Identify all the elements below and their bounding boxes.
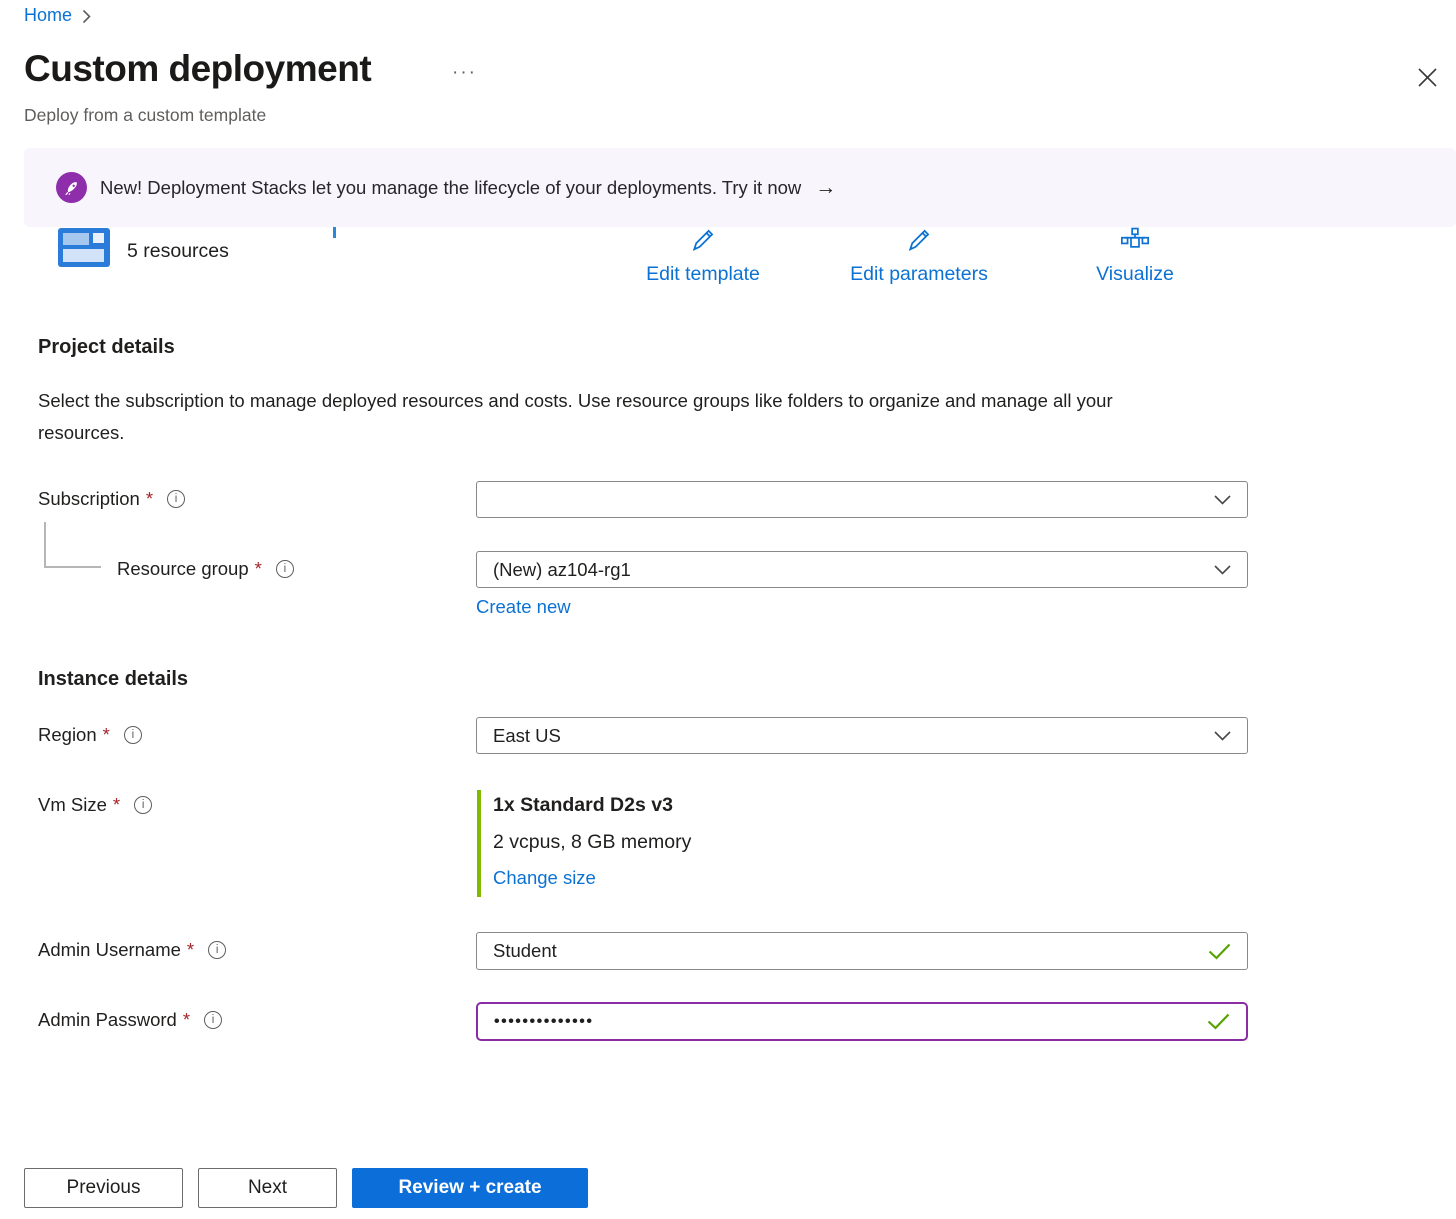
project-details-description: Select the subscription to manage deploy… bbox=[38, 385, 1198, 449]
info-icon[interactable]: i bbox=[204, 1011, 222, 1029]
required-marker: * bbox=[187, 939, 194, 961]
clipped-element-artifact bbox=[333, 227, 336, 238]
org-chart-icon bbox=[1119, 226, 1151, 259]
required-marker: * bbox=[255, 558, 262, 580]
project-details-heading: Project details bbox=[38, 336, 175, 359]
page-subtitle: Deploy from a custom template bbox=[24, 105, 266, 126]
page-title: Custom deployment bbox=[24, 48, 371, 90]
required-marker: * bbox=[113, 794, 120, 816]
pencil-icon bbox=[904, 226, 934, 259]
chevron-right-icon bbox=[82, 9, 91, 24]
subscription-label: Subscription * i bbox=[38, 488, 185, 510]
admin-password-input[interactable] bbox=[494, 1013, 1207, 1031]
edit-template-label: Edit template bbox=[646, 263, 760, 286]
field-connector-line bbox=[44, 522, 46, 567]
instance-details-heading: Instance details bbox=[38, 668, 188, 691]
info-icon[interactable]: i bbox=[167, 490, 185, 508]
previous-button[interactable]: Previous bbox=[24, 1168, 183, 1208]
admin-username-field-wrap bbox=[476, 932, 1248, 970]
resource-group-value: (New) az104-rg1 bbox=[493, 559, 631, 581]
edit-parameters-button[interactable]: Edit parameters bbox=[840, 226, 998, 286]
banner-message: New! Deployment Stacks let you manage th… bbox=[100, 177, 801, 199]
chevron-down-icon bbox=[1214, 565, 1231, 575]
change-size-link[interactable]: Change size bbox=[493, 867, 596, 889]
region-value: East US bbox=[493, 725, 561, 747]
admin-username-label: Admin Username * i bbox=[38, 939, 226, 961]
admin-password-field-wrap bbox=[476, 1002, 1248, 1041]
next-button[interactable]: Next bbox=[198, 1168, 337, 1208]
subscription-dropdown[interactable] bbox=[476, 481, 1248, 518]
chevron-down-icon bbox=[1214, 495, 1231, 505]
vm-size-specs: 2 vcpus, 8 GB memory bbox=[493, 831, 691, 854]
edit-template-button[interactable]: Edit template bbox=[636, 226, 770, 286]
visualize-button[interactable]: Visualize bbox=[1090, 226, 1180, 286]
breadcrumb-home-link[interactable]: Home bbox=[24, 5, 72, 26]
info-icon[interactable]: i bbox=[124, 726, 142, 744]
info-icon[interactable]: i bbox=[276, 560, 294, 578]
resources-count: 5 resources bbox=[127, 240, 229, 263]
chevron-down-icon bbox=[1214, 731, 1231, 741]
pencil-icon bbox=[688, 226, 718, 259]
valid-check-icon bbox=[1207, 1013, 1230, 1030]
admin-username-input[interactable] bbox=[493, 940, 1208, 962]
region-label: Region * i bbox=[38, 724, 142, 746]
region-dropdown[interactable]: East US bbox=[476, 717, 1248, 754]
resource-group-dropdown[interactable]: (New) az104-rg1 bbox=[476, 551, 1248, 588]
create-new-link[interactable]: Create new bbox=[476, 596, 571, 618]
vm-size-name: 1x Standard D2s v3 bbox=[493, 794, 673, 817]
deployment-stacks-banner[interactable]: New! Deployment Stacks let you manage th… bbox=[24, 148, 1456, 227]
close-icon[interactable] bbox=[1412, 62, 1442, 92]
required-marker: * bbox=[103, 724, 110, 746]
template-resources-icon bbox=[58, 228, 110, 267]
resource-group-label: Resource group * i bbox=[117, 558, 294, 580]
valid-check-icon bbox=[1208, 943, 1231, 960]
review-create-button[interactable]: Review + create bbox=[352, 1168, 588, 1208]
rocket-icon bbox=[56, 172, 87, 203]
edit-parameters-label: Edit parameters bbox=[850, 263, 988, 286]
arrow-right-icon[interactable]: → bbox=[815, 176, 836, 200]
field-connector-line bbox=[44, 566, 101, 568]
required-marker: * bbox=[146, 488, 153, 510]
vm-size-accent-bar bbox=[477, 790, 481, 897]
admin-password-label: Admin Password * i bbox=[38, 1009, 222, 1031]
breadcrumb: Home bbox=[24, 5, 91, 26]
custom-deployment-page: Home Custom deployment ··· Deploy from a… bbox=[0, 0, 1456, 1219]
more-menu-icon[interactable]: ··· bbox=[452, 62, 477, 84]
required-marker: * bbox=[183, 1009, 190, 1031]
vm-size-label: Vm Size * i bbox=[38, 794, 152, 816]
visualize-label: Visualize bbox=[1096, 263, 1174, 286]
info-icon[interactable]: i bbox=[134, 796, 152, 814]
info-icon[interactable]: i bbox=[208, 941, 226, 959]
